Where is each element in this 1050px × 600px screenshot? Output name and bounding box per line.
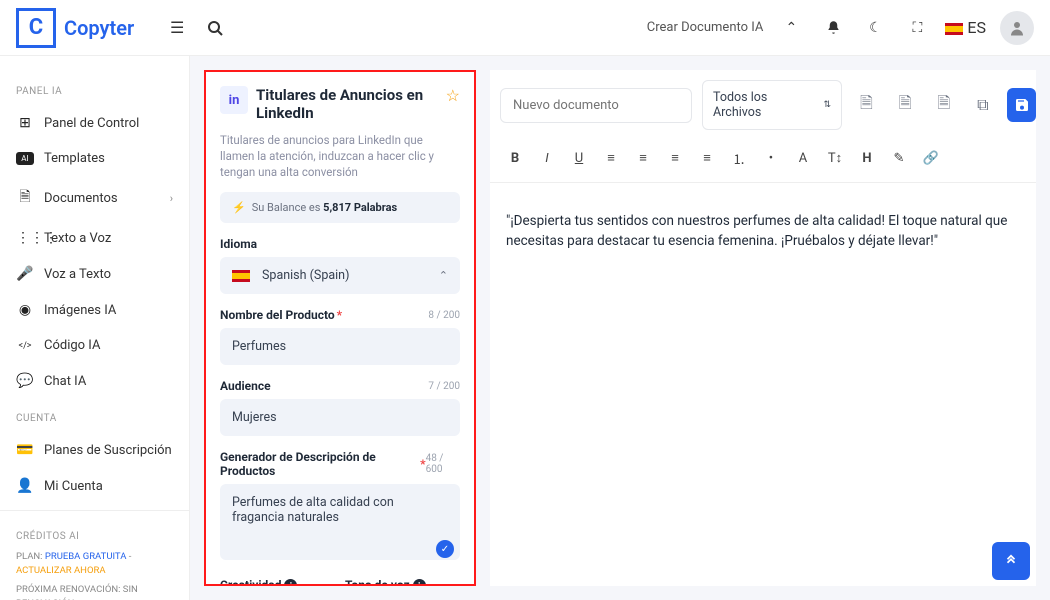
code-icon: </> [16, 341, 34, 351]
language-switch[interactable]: ES [945, 18, 986, 37]
plan-info: PLAN: PRUEBA GRATUITA - ACTUALIZAR AHORA [16, 550, 173, 579]
subscription-icon: 💳 [16, 442, 34, 458]
sidebar-heading-account: CUENTA [0, 405, 189, 432]
align-right-button[interactable]: ≡ [660, 144, 690, 172]
create-doc-button[interactable]: Crear Documento IA [647, 20, 764, 35]
template-description: Titulares de anuncios para LinkedIn que … [220, 132, 460, 180]
template-form-panel: in Titulares de Anuncios en LinkedIn ☆ T… [204, 70, 476, 586]
tone-label: Tono de voz [345, 578, 410, 586]
dark-mode-icon[interactable]: ☾ [861, 14, 889, 42]
language-label: Idioma [220, 237, 460, 251]
heading-button[interactable]: H [852, 144, 882, 172]
export-icon[interactable]: 🗎 [852, 88, 881, 122]
font-size-button[interactable]: T↕ [820, 144, 850, 172]
audio-wave-icon: ⋮⋮⋮ [16, 230, 34, 246]
sidebar-item-templates[interactable]: AITemplates [0, 141, 189, 176]
avatar[interactable] [1000, 11, 1034, 45]
sidebar-item-imagenes[interactable]: ◉Imágenes IA [0, 292, 189, 328]
file-icon[interactable]: 🗎 [891, 88, 920, 122]
document-name-input[interactable] [500, 88, 692, 123]
description-counter: 48 / 600 [426, 453, 460, 475]
unordered-list-button[interactable]: • [756, 144, 786, 172]
audience-input[interactable] [220, 399, 460, 436]
bold-button[interactable]: B [500, 144, 530, 172]
product-counter: 8 / 200 [428, 310, 460, 321]
favorite-star-icon[interactable]: ☆ [446, 86, 460, 105]
save-button[interactable] [1007, 88, 1036, 122]
dashboard-icon: ⊞ [16, 115, 34, 131]
chevron-right-icon: › [170, 192, 173, 205]
sidebar-item-codigo[interactable]: </>Código IA [0, 328, 189, 363]
bolt-icon: ⚡ [232, 201, 246, 214]
template-title: Titulares de Anuncios en LinkedIn [256, 86, 438, 122]
flag-es-icon [232, 270, 250, 282]
linkedin-icon: in [220, 86, 248, 114]
sidebar: PANEL IA ⊞Panel de Control AITemplates 🗎… [0, 56, 190, 600]
link-button[interactable]: 🔗 [916, 144, 946, 172]
description-textarea[interactable] [220, 484, 460, 560]
brand-name: Copyter [64, 16, 134, 40]
editor-toolbar: B I U ≡ ≡ ≡ ≡ ⒈ • A T↕ H ✎ 🔗 [490, 140, 1036, 183]
ai-icon: AI [16, 152, 34, 165]
brand-icon: C [16, 8, 56, 48]
sidebar-item-planes[interactable]: 💳Planes de Suscripción [0, 432, 189, 468]
product-name-input[interactable] [220, 328, 460, 365]
documents-icon: 🗎 [16, 186, 34, 210]
bell-icon[interactable] [819, 14, 847, 42]
info-icon[interactable]: i [413, 579, 426, 586]
image-icon: ◉ [16, 302, 34, 318]
editor-panel: Todos los Archivos⇅ 🗎 🗎 🗎 ⧉ B I U ≡ ≡ ≡ … [490, 70, 1036, 586]
copy-icon[interactable]: ⧉ [968, 88, 997, 122]
chat-icon: 💬 [16, 373, 34, 389]
sidebar-item-panel-control[interactable]: ⊞Panel de Control [0, 105, 189, 141]
font-button[interactable]: A [788, 144, 818, 172]
italic-button[interactable]: I [532, 144, 562, 172]
align-left-button[interactable]: ≡ [596, 144, 626, 172]
account-icon: 👤 [16, 478, 34, 494]
balance-box: ⚡Su Balance es 5,817 Palabras [220, 192, 460, 223]
select-caret-icon: ⇅ [823, 100, 831, 110]
sidebar-item-cuenta[interactable]: 👤Mi Cuenta [0, 468, 189, 504]
sidebar-item-chat[interactable]: 💬Chat IA [0, 363, 189, 399]
search-icon[interactable] [196, 9, 234, 47]
sidebar-item-texto-voz[interactable]: ⋮⋮⋮Texto a Voz [0, 220, 189, 256]
editor-content[interactable]: "¡Despierta tus sentidos con nuestros pe… [490, 183, 1036, 586]
underline-button[interactable]: U [564, 144, 594, 172]
upgrade-link[interactable]: ACTUALIZAR AHORA [16, 565, 106, 576]
description-label: Generador de Descripción de Productos [220, 450, 418, 478]
scroll-top-button[interactable] [992, 542, 1030, 580]
align-center-button[interactable]: ≡ [628, 144, 658, 172]
flag-es-icon [945, 23, 963, 35]
doc-icon[interactable]: 🗎 [930, 88, 959, 122]
chevron-up-icon: ⌃ [439, 269, 448, 282]
sidebar-item-voz-texto[interactable]: 🎤Voz a Texto [0, 256, 189, 292]
audience-label: Audience [220, 379, 271, 393]
renewal-info: PRÓXIMA RENOVACIÓN: SIN RENOVACIÓN [16, 583, 173, 600]
menu-toggle-icon[interactable]: ☰ [158, 9, 196, 47]
chevron-up-icon[interactable]: ⌃ [777, 14, 805, 42]
info-icon[interactable]: i [284, 579, 297, 586]
sidebar-item-documentos[interactable]: 🗎Documentos› [0, 176, 189, 220]
product-label: Nombre del Producto [220, 308, 335, 322]
audience-counter: 7 / 200 [428, 381, 460, 392]
archive-select[interactable]: Todos los Archivos⇅ [702, 80, 842, 130]
align-justify-button[interactable]: ≡ [692, 144, 722, 172]
ordered-list-button[interactable]: ⒈ [724, 144, 754, 172]
creativity-label: Creatividad [220, 578, 281, 586]
language-select[interactable]: Spanish (Spain) ⌃ [220, 257, 460, 294]
sidebar-heading-credits: CRÉDITOS AI [16, 529, 173, 550]
brand-logo[interactable]: C Copyter [16, 8, 134, 48]
mic-icon: 🎤 [16, 266, 34, 282]
sidebar-heading-panel: PANEL IA [0, 78, 189, 105]
brush-button[interactable]: ✎ [884, 144, 914, 172]
fullscreen-icon[interactable]: ⛶ [903, 14, 931, 42]
